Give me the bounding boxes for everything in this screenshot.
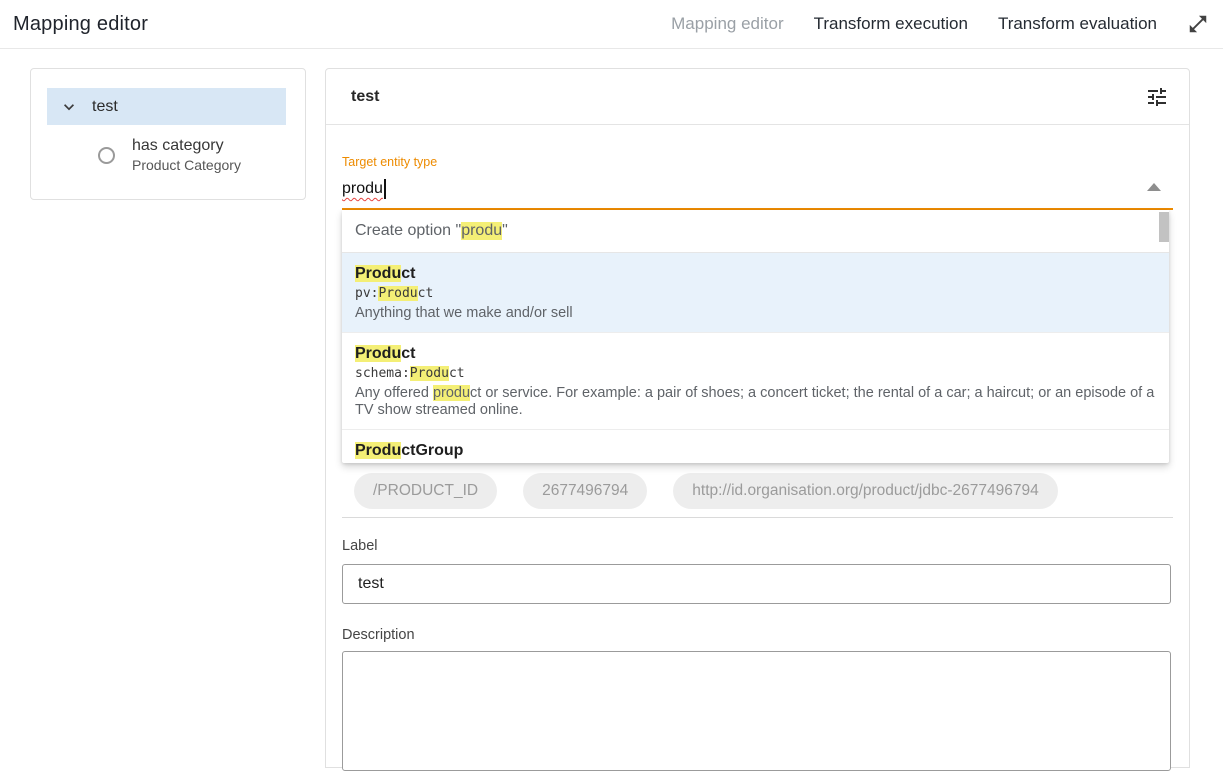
mapping-tree-panel: test has category Product Category: [30, 68, 306, 200]
tab-transform-execution[interactable]: Transform execution: [814, 14, 968, 34]
caret-up-icon[interactable]: [1147, 183, 1161, 191]
create-option-suffix: ": [502, 222, 508, 240]
option-schema-product[interactable]: Product schema:Product Any offered produ…: [342, 333, 1169, 430]
target-entity-type-input[interactable]: produ: [342, 170, 1173, 208]
option-curie: schema:ProductGroup: [355, 462, 1156, 464]
source-value-chip[interactable]: 2677496794: [523, 473, 647, 509]
input-value: produ: [342, 180, 383, 198]
option-description: Any offered product or service. For exam…: [355, 385, 1155, 420]
option-name: ProductGroup: [355, 440, 1156, 461]
option-curie: schema:Product: [355, 365, 1156, 383]
editor-body: Target entity type produ Create option "…: [326, 155, 1189, 771]
option-name: Product: [355, 263, 1156, 284]
top-nav: Mapping editor Transform execution Trans…: [671, 13, 1209, 35]
editor-title: test: [351, 88, 379, 106]
expand-fullscreen-button[interactable]: [1187, 13, 1209, 35]
target-entity-type-label: Target entity type: [342, 155, 1173, 170]
source-column-chip[interactable]: /PRODUCT_ID: [354, 473, 497, 509]
description-field-label: Description: [342, 628, 1173, 643]
source-mapping-field: /PRODUCT_ID 2677496794 http://id.organis…: [342, 473, 1173, 518]
mapping-editor-panel: test Target entity type produ Create opt…: [325, 68, 1190, 768]
open-in-full-icon: [1187, 13, 1209, 35]
settings-button[interactable]: [1145, 85, 1169, 109]
tree-child-text: has category Product Category: [132, 135, 241, 175]
tree-node-has-category[interactable]: has category Product Category: [31, 125, 305, 175]
text-cursor: [384, 179, 386, 199]
page-title: Mapping editor: [13, 13, 148, 36]
app-bar: Mapping editor Mapping editor Transform …: [0, 0, 1223, 49]
chevron-down-icon[interactable]: [59, 97, 79, 117]
tab-transform-evaluation[interactable]: Transform evaluation: [998, 14, 1157, 34]
tree-node-test[interactable]: test: [47, 88, 286, 125]
create-option-item[interactable]: Create option "produ": [342, 210, 1169, 253]
option-pv-product[interactable]: Product pv:Product Anything that we make…: [342, 253, 1169, 333]
option-description: Anything that we make and/or sell: [355, 305, 1155, 323]
option-name: Product: [355, 343, 1156, 364]
property-name: has category: [132, 135, 241, 156]
label-field-label: Label: [342, 539, 1173, 554]
description-textarea[interactable]: [342, 651, 1171, 771]
generated-iri-chip[interactable]: http://id.organisation.org/product/jdbc-…: [673, 473, 1057, 509]
label-input[interactable]: [342, 564, 1171, 604]
tune-icon: [1145, 85, 1169, 109]
create-option-prefix: Create option ": [355, 222, 461, 240]
option-schema-productgroup[interactable]: ProductGroup schema:ProductGroup: [342, 430, 1169, 464]
autocomplete-dropdown: Create option "produ" Product pv:Product…: [342, 210, 1169, 463]
option-curie: pv:Product: [355, 285, 1156, 303]
tab-mapping-editor[interactable]: Mapping editor: [671, 14, 783, 34]
radio-unchecked-icon[interactable]: [98, 147, 115, 164]
editor-header: test: [326, 69, 1189, 125]
create-option-highlight: produ: [461, 222, 502, 240]
main-content: test has category Product Category test: [0, 49, 1223, 768]
dropdown-scrollbar[interactable]: [1159, 212, 1169, 242]
tree-node-label: test: [92, 98, 118, 116]
property-range: Product Category: [132, 156, 241, 175]
